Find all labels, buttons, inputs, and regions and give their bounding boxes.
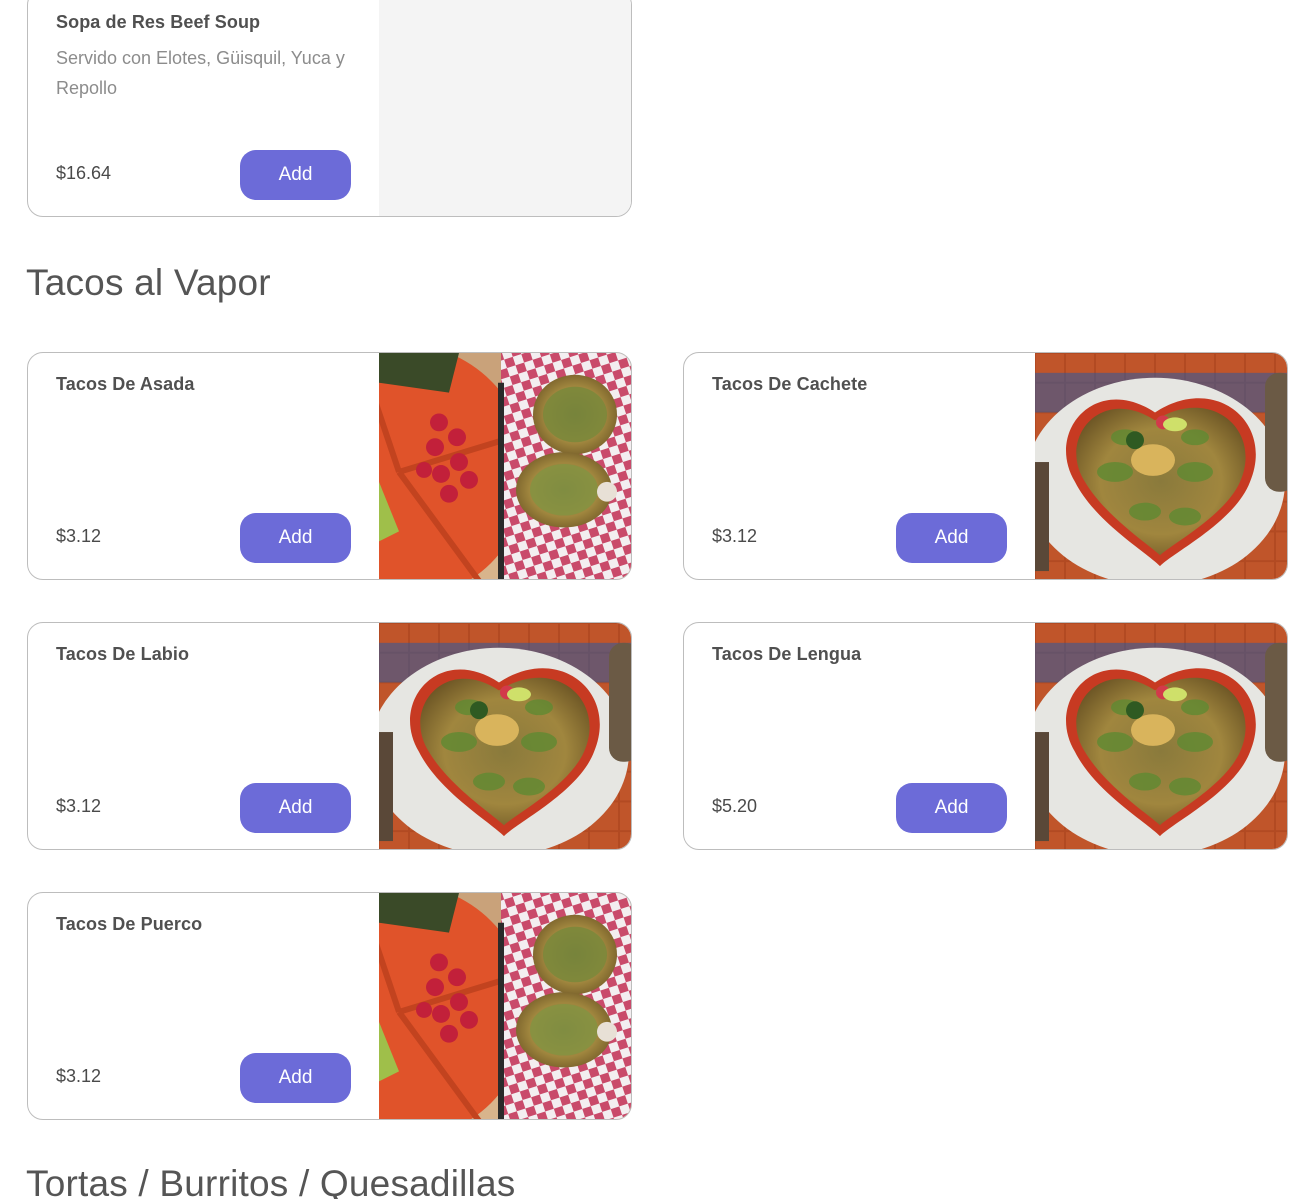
tacos-tray-photo [379, 353, 631, 579]
menu-item-info: Tacos De Puerco $3.12 Add [28, 893, 379, 1119]
menu-item-info: Tacos De Lengua $5.20 Add [684, 623, 1035, 849]
menu-item-card[interactable]: Sopa de Res Beef Soup Servido con Elotes… [27, 0, 632, 217]
add-button[interactable]: Add [240, 513, 351, 563]
add-button[interactable]: Add [240, 150, 351, 200]
menu-item-price: $3.12 [712, 526, 758, 546]
menu-item-name: Sopa de Res Beef Soup [56, 12, 261, 32]
tacos-platter-photo [379, 623, 631, 849]
menu-item-info: Tacos De Cachete $3.12 Add [684, 353, 1035, 579]
add-button[interactable]: Add [240, 783, 351, 833]
menu-item-price: $3.12 [56, 796, 102, 816]
menu-item-name: Tacos De Puerco [56, 914, 203, 934]
menu-item-price: $3.12 [56, 1066, 102, 1086]
menu-item-description: Servido con Elotes, Güisquil, Yuca y Rep… [56, 48, 345, 98]
menu-item-price: $5.20 [712, 796, 758, 816]
tacos-tray-photo [379, 893, 631, 1119]
photo-placeholder [379, 0, 631, 216]
menu-item-card[interactable]: Tacos De Puerco $3.12 Add [27, 892, 632, 1120]
menu-item-price: $16.64 [56, 163, 112, 183]
add-button[interactable]: Add [240, 1053, 351, 1103]
menu-item-info: Tacos De Asada $3.12 Add [28, 353, 379, 579]
tacos-platter-photo [1035, 353, 1287, 579]
section-title-tortas-burritos-quesadillas: Tortas / Burritos / Quesadillas [26, 1163, 516, 1199]
menu-item-info: Sopa de Res Beef Soup Servido con Elotes… [28, 0, 379, 216]
section-title-tacos-al-vapor: Tacos al Vapor [26, 262, 271, 303]
menu-item-price: $3.12 [56, 526, 102, 546]
menu-item-info: Tacos De Labio $3.12 Add [28, 623, 379, 849]
menu-item-name: Tacos De Lengua [712, 644, 862, 664]
menu-item-name: Tacos De Cachete [712, 374, 868, 394]
menu-page: Sopa de Res Beef Soup Servido con Elotes… [0, 0, 1314, 1199]
add-button[interactable]: Add [896, 513, 1007, 563]
menu-item-card[interactable]: Tacos De Asada $3.12 Add [27, 352, 632, 580]
menu-item-name: Tacos De Asada [56, 374, 195, 394]
add-button[interactable]: Add [896, 783, 1007, 833]
menu-item-card[interactable]: Tacos De Lengua $5.20 Add [683, 622, 1288, 850]
menu-item-card[interactable]: Tacos De Cachete $3.12 Add [683, 352, 1288, 580]
menu-item-card[interactable]: Tacos De Labio $3.12 Add [27, 622, 632, 850]
tacos-platter-photo [1035, 623, 1287, 849]
menu-item-name: Tacos De Labio [56, 644, 190, 664]
